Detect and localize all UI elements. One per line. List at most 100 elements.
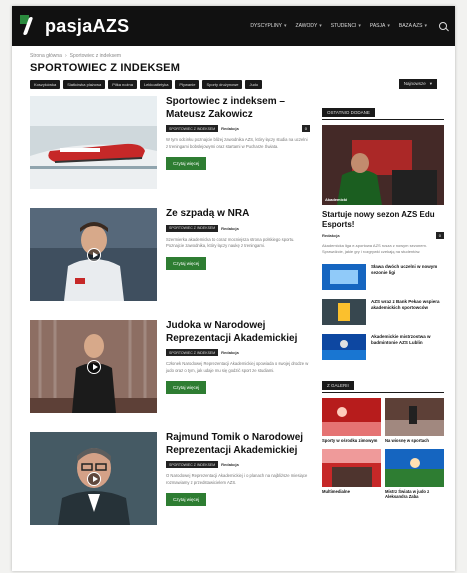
play-icon[interactable] (86, 359, 101, 374)
list-item-thumbnail (322, 334, 366, 361)
gallery-title: Sporty w ośrodku zimowym (322, 438, 378, 444)
tag-koszykowka[interactable]: Koszykówka (30, 79, 61, 89)
tag-siatkowka-plazowa[interactable]: Siatkówka plażowa (63, 79, 106, 89)
sidebar: Ostatnio dodane Akademicki Startuje nowy… (322, 101, 444, 500)
nav-label: Studenci (330, 23, 357, 29)
list-item-thumbnail (322, 299, 366, 326)
breadcrumb-home[interactable]: Strona główna (30, 53, 62, 59)
article-card: Sportowiec z indeksem – Mateusz Zakowicz… (30, 96, 310, 208)
list-item-title: Akademickie mistrzostwa w badmintonie AZ… (371, 334, 431, 346)
page-title: SPORTOWIEC Z INDEKSEM (30, 62, 181, 74)
article-meta: SPORTOWIEC Z INDEKSEM Redakcja (166, 224, 310, 232)
article-title[interactable]: Sportowiec z indeksem – Mateusz Zakowicz (166, 96, 310, 121)
logo-text: pasjaAZS (45, 15, 130, 36)
section-heading: Ostatnio dodane (322, 108, 375, 117)
nav-item-baza-azs[interactable]: Baza AZS ▾ (399, 23, 427, 29)
article-card: Judoka w Narodowej Reprezentacji Akademi… (30, 320, 310, 432)
category-badge[interactable]: SPORTOWIEC Z INDEKSEM (166, 461, 219, 468)
list-item-title: Sława dwóch uczelni w nowym sezonie ligi (371, 264, 438, 276)
breadcrumb: Strona główna › Sportowiec z indeksem (12, 46, 455, 59)
nav-item-pasja[interactable]: Pasja ▾ (370, 23, 390, 29)
article-list: Sportowiec z indeksem – Mateusz Zakowicz… (30, 96, 310, 544)
nav-label: Baza AZS (398, 23, 423, 29)
section-heading: Z galerii (322, 381, 354, 391)
tag-pilka-nozna[interactable]: Piłka nożna (108, 79, 137, 89)
gallery-title: Multimedialne (322, 488, 350, 494)
article-excerpt: Członek Narodowej Reprezentacji Akademic… (166, 361, 309, 373)
featured-author[interactable]: Redakcja (322, 233, 340, 238)
sidebar-list-item[interactable]: Akademickie mistrzostwa w badmintonie AZ… (322, 334, 444, 361)
read-more-button[interactable]: Czytaj więcej (166, 493, 207, 506)
breadcrumb-separator: › (64, 53, 67, 59)
sidebar-list-item[interactable]: AZS wraz z Bank Pekao wspiera akademicki… (322, 299, 444, 326)
sort-dropdown[interactable]: Najnowsze ▾ (398, 79, 437, 89)
category-badge[interactable]: SPORTOWIEC Z INDEKSEM (166, 125, 219, 132)
nav-label: Pasja (369, 23, 386, 29)
comment-count[interactable]: 0 (435, 232, 444, 240)
chevron-down-icon: ▾ (424, 23, 427, 29)
section-header: Ostatnio dodane (322, 101, 444, 120)
nav-item-studenci[interactable]: Studenci ▾ (331, 23, 361, 29)
section-header: Z galerii (322, 374, 444, 394)
nav-item-zawody[interactable]: Zawody ▾ (296, 23, 322, 29)
tag-plywanie[interactable]: Pływanie (175, 79, 200, 89)
nav-item-dyscypliny[interactable]: Dyscypliny ▾ (250, 23, 286, 29)
article-author[interactable]: Redakcja (221, 462, 239, 467)
gallery-thumbnail (385, 398, 444, 437)
article-title[interactable]: Ze szpadą w NRA (166, 208, 310, 221)
gallery-title: Na wiosnę w sportach (385, 438, 429, 444)
read-more-button[interactable]: Czytaj więcej (166, 381, 207, 394)
article-title[interactable]: Rajmund Tomik o Narodowej Reprezentacji … (166, 432, 310, 457)
page-frame: pasjaAZS Dyscypliny ▾ Zawody ▾ Studenci ▾ P… (12, 6, 455, 571)
article-thumbnail[interactable] (30, 96, 157, 189)
article-thumbnail[interactable] (30, 208, 157, 301)
gallery-grid: Sporty w ośrodku zimowym Na wiosnę w spo… (322, 398, 444, 499)
article-meta: SPORTOWIEC Z INDEKSEM Redakcja 0 (166, 125, 310, 132)
article-author[interactable]: Redakcja (221, 226, 239, 231)
tag-lekkoatletyka[interactable]: Lekkoatletyka (139, 79, 173, 89)
breadcrumb-current: Sportowiec z indeksem (69, 53, 122, 59)
gallery-thumbnail (385, 448, 444, 487)
category-badge[interactable]: SPORTOWIEC Z INDEKSEM (166, 224, 219, 232)
article-title[interactable]: Judoka w Narodowej Reprezentacji Akademi… (166, 320, 310, 345)
chevron-down-icon: ▾ (358, 23, 361, 29)
category-badge[interactable]: SPORTOWIEC Z INDEKSEM (166, 349, 219, 356)
bobsleigh-image (30, 96, 157, 189)
read-more-button[interactable]: Czytaj więcej (166, 157, 207, 170)
list-item-thumbnail (322, 264, 366, 291)
top-navigation-bar: pasjaAZS Dyscypliny ▾ Zawody ▾ Studenci ▾ P… (12, 6, 455, 46)
article-thumbnail[interactable] (30, 320, 157, 413)
comment-count[interactable]: 0 (301, 125, 310, 132)
chevron-down-icon: ▾ (284, 23, 287, 29)
article-excerpt: Szermierka akademicka to coraz mocniejsz… (166, 236, 295, 249)
nav-label: Zawody (295, 23, 318, 29)
read-more-button[interactable]: Czytaj więcej (166, 256, 207, 270)
featured-meta: Redakcja 0 (322, 232, 444, 240)
site-logo[interactable]: pasjaAZS (20, 15, 129, 37)
category-tags: Koszykówka Siatkówka plażowa Piłka nożna… (12, 74, 455, 89)
article-author[interactable]: Redakcja (221, 350, 239, 355)
tag-sporty-druzynowe[interactable]: Sporty drużynowe (202, 79, 243, 89)
article-card: Rajmund Tomik o Narodowej Reprezentacji … (30, 432, 310, 544)
gallery-item[interactable]: Multimedialne (322, 448, 381, 500)
logo-mark-icon (20, 15, 42, 37)
article-thumbnail[interactable] (30, 432, 157, 525)
sort-label: Najnowsze (403, 81, 426, 86)
article-meta: SPORTOWIEC Z INDEKSEM Redakcja (166, 349, 310, 356)
article-author[interactable]: Redakcja (221, 126, 239, 131)
featured-image[interactable]: Akademicki (322, 125, 444, 205)
gallery-item[interactable]: Sporty w ośrodku zimowym (322, 398, 381, 443)
esports-image (322, 125, 444, 205)
gallery-item[interactable]: Mistrz Świata w judo z Aleksandra Zaba (385, 448, 444, 500)
main-nav: Dyscypliny ▾ Zawody ▾ Studenci ▾ Pasja ▾ Baz… (250, 22, 447, 30)
gallery-thumbnail (322, 398, 381, 437)
sidebar-list-item[interactable]: Sława dwóch uczelni w nowym sezonie ligi (322, 264, 444, 291)
search-icon[interactable] (439, 22, 447, 30)
featured-title[interactable]: Startuje nowy sezon AZS Edu Esports! (322, 210, 444, 229)
play-icon[interactable] (86, 471, 101, 486)
tag-judo[interactable]: Judo (245, 79, 263, 89)
article-card: Ze szpadą w NRA SPORTOWIEC Z INDEKSEM Re… (30, 208, 310, 320)
gallery-item[interactable]: Na wiosnę w sportach (385, 398, 444, 443)
play-icon[interactable] (86, 247, 101, 262)
chevron-down-icon: ▾ (429, 81, 432, 86)
